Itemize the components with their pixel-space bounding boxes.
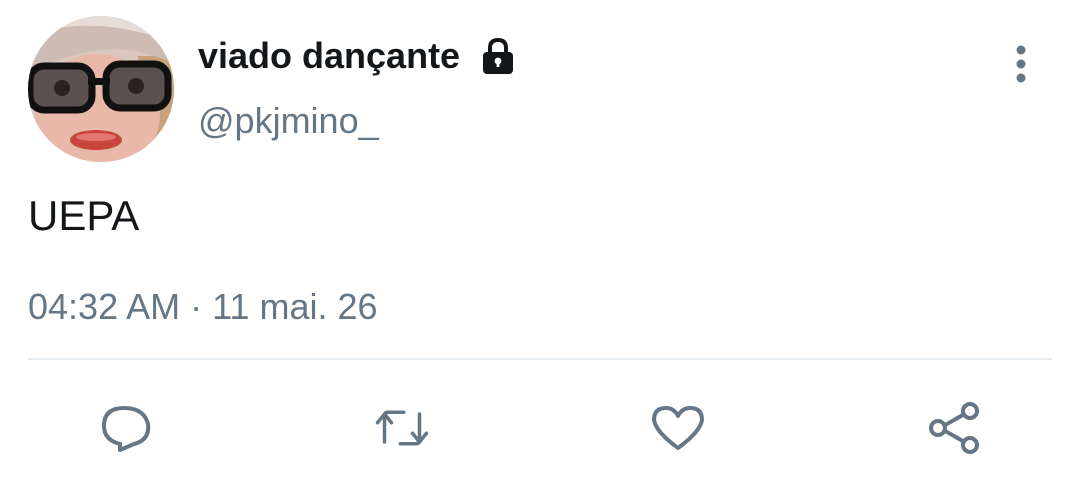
- avatar-image: [28, 16, 174, 162]
- heart-icon: [652, 406, 704, 450]
- divider: [28, 358, 1052, 360]
- retweet-icon: [375, 410, 429, 446]
- display-name[interactable]: viado dançante: [198, 35, 460, 77]
- tweet-timestamp: 04:32 AM · 11 mai. 26: [28, 286, 378, 327]
- author-handle[interactable]: @pkjmino_: [198, 100, 379, 142]
- share-icon: [929, 402, 979, 454]
- reply-icon: [102, 406, 151, 452]
- avatar[interactable]: [28, 16, 174, 162]
- tweet-text: UEPA: [28, 192, 140, 239]
- share-button[interactable]: [926, 400, 982, 456]
- retweet-button[interactable]: [374, 400, 430, 456]
- lock-icon: [478, 36, 518, 76]
- more-options-icon[interactable]: [1004, 40, 1038, 90]
- author-name-row[interactable]: viado dançante: [198, 34, 518, 78]
- reply-button[interactable]: [98, 400, 154, 456]
- tweet: viado dançante @pkjmino_ UEPA 04:32 AM ·…: [0, 0, 1080, 484]
- like-button[interactable]: [650, 400, 706, 456]
